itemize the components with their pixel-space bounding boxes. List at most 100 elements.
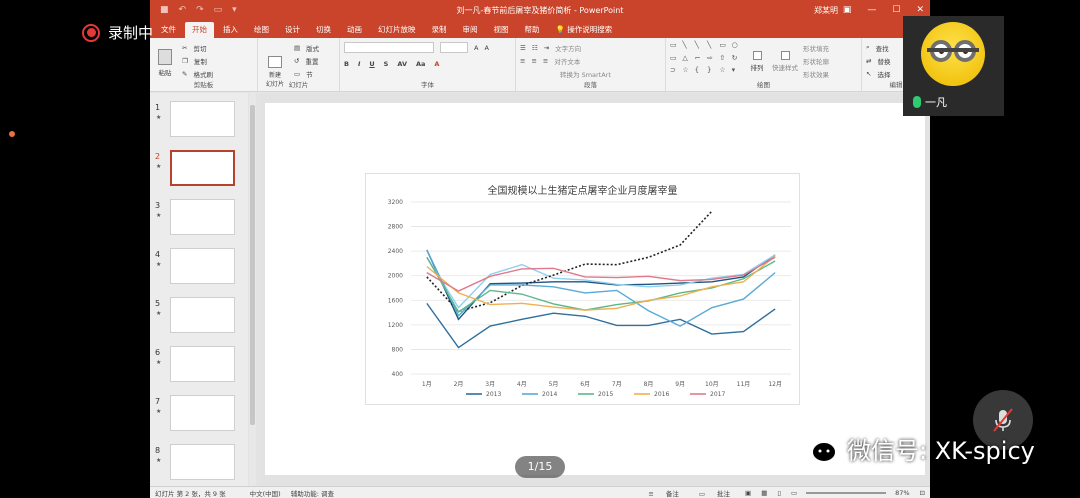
zoom-level[interactable]: 87% [890, 489, 914, 497]
workspace: 1 ★ 2 ★ 3 ★ 4 ★ 5 ★ 6 ★ 7 ★ 8 ★ 全国规模以上生猪定点屠宰企业月度屠宰量 400… [150, 93, 930, 486]
notes-icon: ≡ [648, 489, 656, 498]
paragraph-group-label: 段落 [584, 81, 597, 89]
tab-1[interactable]: 开始 [185, 22, 214, 38]
slide-thumbnail-number: 2 [155, 152, 161, 161]
slide-thumbnail[interactable]: 7 ★ [150, 395, 248, 435]
slide-thumbnail[interactable]: 3 ★ [150, 199, 248, 239]
cut-button[interactable]: ✂ 剪切 [182, 41, 213, 54]
zoom-slider[interactable] [806, 491, 887, 494]
slide-thumbnail-preview [170, 297, 235, 333]
current-slide[interactable]: 全国规模以上生猪定点屠宰企业月度屠宰量 400 800 1200 1600 2000 24… [265, 103, 925, 475]
tab-0[interactable]: 文件 [154, 22, 183, 38]
tell-me-search[interactable]: 💡 操作说明搜索 [549, 22, 620, 38]
copy-icon: ❐ [182, 56, 188, 65]
notes-label: 备注 [665, 489, 679, 498]
select-label: 选择 [877, 70, 891, 79]
case-icon[interactable]: Aa [416, 60, 425, 68]
italic-icon[interactable]: I [358, 60, 360, 68]
tab-11[interactable]: 帮助 [518, 22, 547, 38]
tab-7[interactable]: 幻灯片放映 [371, 22, 423, 38]
x-tick-label: 3月 [485, 381, 495, 388]
language-indicator[interactable]: 中文(中国) [245, 488, 286, 498]
layout-button[interactable]: ▤ 版式 [294, 41, 319, 54]
underline-icon[interactable]: U [369, 60, 374, 68]
tab-10[interactable]: 视图 [487, 22, 516, 38]
slide-thumbnail-number: 4 [155, 250, 161, 259]
slideshow-icon[interactable]: ▭ [786, 489, 802, 497]
font-name-select[interactable] [344, 42, 434, 53]
reset-button[interactable]: ↺ 重置 [294, 54, 319, 67]
smartart-button[interactable]: 转换为 SmartArt [560, 69, 611, 79]
spacing-icon[interactable]: AV [397, 60, 407, 68]
sorter-view-icon[interactable]: ▦ [756, 489, 772, 497]
arrange-button[interactable]: 排列 [747, 41, 767, 80]
quick-styles-button[interactable]: 快速样式 [772, 41, 798, 80]
indent-icon[interactable]: ⇥ [544, 44, 549, 52]
video-tile[interactable]: 一凡 [903, 16, 1004, 116]
font-color-icon[interactable]: A [434, 60, 439, 68]
slide-thumbnail[interactable]: 2 ★ [150, 150, 248, 190]
tab-8[interactable]: 录制 [425, 22, 454, 38]
bold-icon[interactable]: B [344, 60, 349, 68]
watermark: 微信号: XK-spicy [795, 430, 1035, 466]
slide-thumbnail[interactable]: 4 ★ [150, 248, 248, 288]
shrink-font-icon[interactable]: A [484, 44, 488, 52]
minimize-icon[interactable]: — [867, 5, 876, 15]
x-tick-label: 2月 [454, 381, 464, 388]
notes-button[interactable]: ≡ 备注 [638, 488, 689, 498]
fit-slide-icon[interactable]: ⊡ [915, 489, 930, 497]
align-left-icon[interactable]: ≡ [520, 57, 525, 65]
animation-star-icon: ★ [156, 163, 162, 170]
bullets-icon[interactable]: ☰ [520, 44, 526, 52]
slide-thumbnail-preview [170, 248, 235, 284]
numbering-icon[interactable]: ☷ [532, 44, 538, 52]
close-icon[interactable]: ✕ [916, 5, 924, 15]
align-right-icon[interactable]: ≡ [543, 57, 548, 65]
paste-label: 粘贴 [158, 69, 172, 77]
shape-fill-button[interactable]: 形状填充 [803, 41, 829, 54]
x-tick-label: 10月 [705, 381, 719, 388]
thumbnail-scrollbar[interactable] [249, 93, 256, 486]
normal-view-icon[interactable]: ▣ [740, 489, 756, 497]
drawing-group-label: 绘图 [757, 81, 770, 89]
shapes-gallery[interactable]: ▭ ╲ ╲ ╲ ▭ ○ ▭ △ ⌐ ⇨ ⇧ ↻ ⊃ ☆{} ☆ ▾ [670, 41, 742, 77]
tab-2[interactable]: 插入 [216, 22, 245, 38]
align-text-button[interactable]: 对齐文本 [554, 56, 580, 66]
tab-9[interactable]: 审阅 [456, 22, 485, 38]
tab-3[interactable]: 绘图 [247, 22, 276, 38]
account-name[interactable]: 郑某明 [814, 5, 838, 16]
slide-thumbnail[interactable]: 1 ★ [150, 101, 248, 141]
ribbon-options-icon[interactable]: ▣ [843, 5, 852, 15]
font-group-label: 字体 [421, 81, 434, 89]
y-tick-label: 400 [392, 371, 404, 378]
layout-label: 版式 [306, 44, 320, 53]
font-size-select[interactable] [440, 42, 468, 53]
comments-button[interactable]: ▭ 批注 [689, 488, 740, 498]
tab-6[interactable]: 动画 [340, 22, 369, 38]
copy-button[interactable]: ❐ 复制 [182, 54, 213, 67]
tab-4[interactable]: 设计 [278, 22, 307, 38]
text-direction-button[interactable]: 文字方向 [555, 43, 581, 53]
window-title: 刘一凡-春节前后屠宰及猪价简析 - PowerPoint [456, 5, 624, 15]
tab-5[interactable]: 切换 [309, 22, 338, 38]
slide-thumbnail[interactable]: 6 ★ [150, 346, 248, 386]
series-line [426, 249, 776, 327]
series-line [426, 302, 776, 349]
y-tick-label: 800 [392, 346, 404, 353]
strikethrough-icon[interactable]: S [384, 60, 389, 68]
slide-thumbnail[interactable]: 8 ★ [150, 444, 248, 484]
mic-active-icon [913, 96, 921, 108]
reading-view-icon[interactable]: ▯ [772, 489, 786, 497]
y-tick-label: 1200 [388, 322, 403, 329]
line-chart[interactable]: 全国规模以上生猪定点屠宰企业月度屠宰量 400 800 1200 1600 2000 24… [365, 173, 800, 405]
shape-outline-button[interactable]: 形状轮廓 [803, 54, 829, 67]
align-center-icon[interactable]: ≡ [531, 57, 536, 65]
paste-button[interactable]: 粘贴 [154, 41, 176, 80]
grow-font-icon[interactable]: A [474, 44, 478, 52]
animation-star-icon: ★ [156, 310, 162, 317]
y-tick-label: 3200 [388, 199, 403, 206]
maximize-icon[interactable]: ☐ [892, 5, 900, 15]
legend-label: 2013 [486, 391, 501, 398]
accessibility-indicator[interactable]: 辅助功能: 调查 [286, 488, 339, 498]
slide-thumbnail[interactable]: 5 ★ [150, 297, 248, 337]
